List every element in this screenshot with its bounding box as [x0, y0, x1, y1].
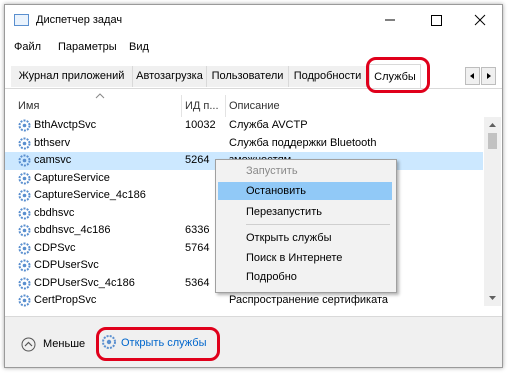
menu-view[interactable]: Вид [129, 41, 149, 53]
context-menu-item[interactable]: Перезапустить [218, 203, 392, 221]
tab-users[interactable]: Пользователи [207, 66, 289, 87]
service-gear-icon [18, 207, 31, 219]
service-pid: 10032 [185, 119, 216, 131]
column-divider[interactable] [181, 95, 182, 117]
sort-up-icon [95, 93, 105, 99]
service-gear-icon [18, 172, 31, 184]
scroll-down-icon [489, 296, 496, 300]
service-gear-icon [18, 154, 31, 167]
service-name: bthserv [34, 136, 71, 149]
scroll-right-icon [487, 73, 491, 79]
close-button[interactable] [457, 5, 502, 35]
service-name: CDPSvc [34, 241, 76, 254]
context-menu-item[interactable]: Поиск в Интернете [218, 249, 392, 267]
scroll-thumb[interactable] [488, 133, 497, 149]
table-row[interactable]: bthserv Служба поддержки Bluetooth [5, 135, 483, 153]
table-row[interactable]: CertPropSvc Распространение сертификата [5, 292, 483, 310]
scroll-down-button[interactable] [484, 289, 501, 306]
app-icon [14, 14, 29, 26]
column-divider[interactable] [225, 95, 226, 117]
maximize-button[interactable] [413, 5, 459, 35]
column-header-name[interactable]: Имя [18, 95, 39, 117]
service-name: BthAvctpSvc [34, 119, 97, 131]
tab-app-history[interactable]: Журнал приложений [11, 66, 133, 87]
service-gear-icon [18, 242, 31, 254]
open-services-highlight [96, 327, 220, 361]
service-gear-icon [18, 259, 31, 272]
service-name: CDPUserSvc [34, 259, 99, 271]
vertical-scrollbar[interactable] [484, 117, 501, 306]
close-icon [474, 14, 486, 26]
context-menu-item: Запустить [246, 165, 298, 177]
table-row[interactable]: BthAvctpSvc 10032 Служба AVCTP [5, 117, 483, 135]
column-header-pid[interactable]: ИД п... [185, 95, 219, 117]
chevron-up-circle-icon[interactable] [21, 337, 36, 352]
service-gear-icon [18, 137, 31, 149]
service-name: CaptureService [34, 171, 110, 184]
minimize-button[interactable] [367, 5, 413, 35]
menu-file[interactable]: Файл [14, 41, 41, 53]
less-details-label[interactable]: Меньше [43, 338, 85, 350]
scroll-left-icon [470, 73, 474, 79]
context-menu-separator [246, 224, 390, 225]
title-bar: Диспетчер задач [5, 5, 502, 35]
service-name: cbdhsvc [34, 206, 75, 219]
service-name: CDPUserSvc_4c186 [34, 276, 135, 289]
context-menu-item[interactable]: Остановить [218, 182, 392, 200]
tab-details[interactable]: Подробности [289, 66, 367, 87]
service-gear-icon [18, 224, 31, 237]
service-name: cbdhsvc_4c186 [34, 224, 111, 236]
column-header-description[interactable]: Описание [229, 95, 280, 117]
tab-startup[interactable]: Автозагрузка [133, 66, 207, 87]
tab-scroll-left-button[interactable] [465, 67, 480, 85]
service-gear-icon [18, 277, 31, 289]
service-description: Служба AVCTP [229, 119, 308, 131]
tab-scroll-right-button[interactable] [481, 67, 496, 85]
service-name: CaptureService_4c186 [34, 189, 146, 201]
window-title: Диспетчер задач [36, 14, 123, 26]
minimize-icon [385, 19, 395, 21]
service-name: camsvc [34, 154, 72, 166]
menu-options[interactable]: Параметры [58, 41, 117, 53]
service-gear-icon [18, 294, 31, 307]
service-name: CertPropSvc [34, 294, 97, 306]
bottom-bar: Меньше Открыть службы [5, 316, 502, 367]
context-menu-item[interactable]: Подробно [218, 268, 392, 286]
tab-services-highlight [366, 57, 430, 93]
task-manager-window: Диспетчер задач Файл Параметры Вид Журна… [4, 4, 503, 368]
maximize-icon [431, 15, 442, 26]
scroll-up-icon [489, 123, 496, 127]
service-gear-icon [18, 119, 31, 132]
service-gear-icon [18, 189, 31, 202]
service-description: Распространение сертификата [229, 294, 388, 306]
scroll-up-button[interactable] [484, 117, 501, 134]
context-menu-item[interactable]: Открыть службы [218, 229, 392, 247]
context-menu: Запустить Остановить Перезапустить Открыть … [215, 159, 397, 293]
service-description: Служба поддержки Bluetooth [229, 136, 377, 149]
